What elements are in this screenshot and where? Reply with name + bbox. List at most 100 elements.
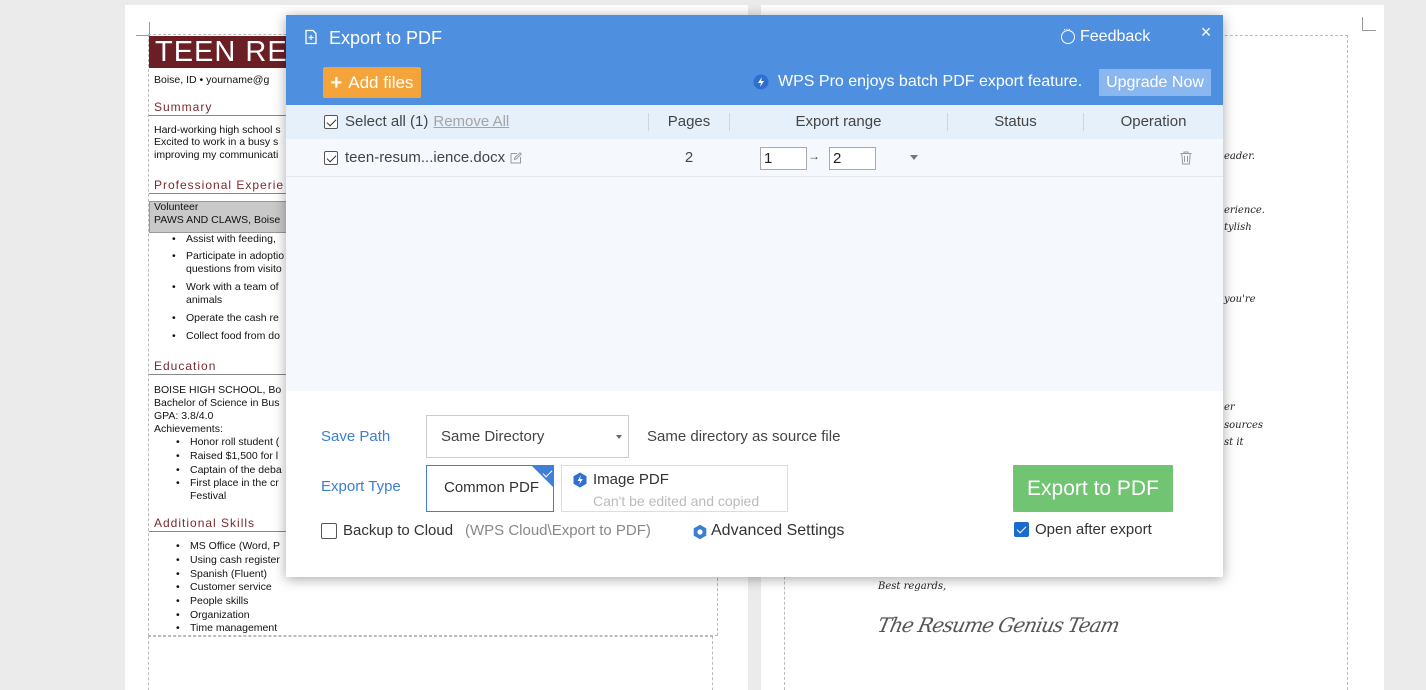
export-to-pdf-button[interactable]: Export to PDF (1013, 465, 1173, 512)
column-export-range: Export range (795, 113, 882, 130)
file-checkbox[interactable] (324, 151, 338, 165)
range-from-input[interactable]: 1 (760, 147, 807, 170)
pdf-export-icon (305, 29, 317, 45)
experience-bullet: animals (186, 294, 223, 306)
skill-bullet: Time management (176, 622, 277, 634)
gear-icon[interactable] (692, 524, 708, 540)
rename-edit-icon[interactable] (510, 152, 522, 164)
column-pages: Pages (667, 113, 711, 130)
export-pdf-dialog: Export to PDF Feedback × + Add files WPS… (286, 15, 1223, 577)
save-path-select[interactable]: Same Directory (426, 415, 629, 458)
file-pages: 2 (684, 149, 694, 166)
section-skills: Additional Skills (154, 516, 256, 530)
add-files-button[interactable]: + Add files (323, 67, 421, 98)
letter-fragment: sources (1224, 420, 1264, 431)
experience-bullet: Operate the cash re (172, 312, 279, 324)
export-settings: Save Path Same Directory Same directory … (286, 391, 1223, 577)
file-name: teen-resum...ience.docx (345, 149, 506, 166)
skill-bullet: Customer service (176, 581, 272, 593)
dialog-title: Export to PDF (329, 28, 443, 48)
file-table-header: Select all (1) Remove All Pages Export ra… (286, 105, 1223, 139)
experience-bullet: Assist with feeding, (172, 233, 276, 245)
letter-fragment: eader. (1224, 151, 1256, 162)
letter-signature: The Resume Genius Team (875, 613, 1122, 637)
education-line: BOISE HIGH SCHOOL, Bo (154, 384, 282, 396)
education-line: Bachelor of Science in Bus (154, 397, 280, 409)
experience-bullet: Collect food from do (172, 330, 280, 342)
lightning-icon (753, 74, 769, 90)
section-rule (149, 374, 299, 375)
letter-fragment: st it (1224, 437, 1244, 448)
summary-line: Excited to work in a busy s (154, 136, 279, 148)
skill-bullet: MS Office (Word, P (176, 540, 280, 552)
open-after-export-checkbox[interactable] (1014, 522, 1029, 537)
section-rule (149, 531, 299, 532)
close-button[interactable]: × (1196, 22, 1216, 42)
lightning-icon (573, 472, 587, 488)
experience-org: PAWS AND CLAWS, Boise (154, 214, 281, 226)
education-bullet: Captain of the deba (176, 464, 282, 476)
upgrade-now-button[interactable]: Upgrade Now (1099, 69, 1211, 96)
page-corner-mark (1362, 17, 1376, 31)
common-pdf-option[interactable]: Common PDF (426, 465, 554, 512)
experience-role: Volunteer (154, 201, 199, 213)
backup-cloud-checkbox[interactable] (321, 523, 337, 539)
pro-promo-text: WPS Pro enjoys batch PDF export feature. (778, 73, 1083, 90)
feedback-link[interactable]: Feedback (1061, 24, 1151, 46)
experience-bullet: Participate in adoptio (172, 250, 284, 262)
resume-contact: Boise, ID • yourname@g (154, 74, 270, 86)
image-pdf-label: Image PDF (593, 471, 669, 488)
experience-bullet: questions from visito (186, 263, 282, 275)
education-line: Achievements: (154, 423, 223, 435)
range-dropdown-icon[interactable] (910, 155, 918, 160)
save-path-value: Same Directory (441, 428, 545, 445)
section-experience: Professional Experie (154, 178, 285, 192)
chevron-down-icon (616, 435, 622, 439)
dialog-header: Export to PDF Feedback × + Add files WPS… (286, 15, 1223, 105)
select-all-label[interactable]: Select all (1) (345, 113, 428, 130)
letter-fragment: erience. (1224, 205, 1265, 216)
education-bullet: Festival (190, 490, 227, 502)
range-to-input[interactable]: 2 (829, 147, 876, 170)
remove-all-link[interactable]: Remove All (433, 113, 509, 130)
skill-bullet: Organization (176, 609, 249, 621)
section-education: Education (154, 359, 217, 373)
section-rule (149, 115, 299, 116)
common-pdf-label: Common PDF (444, 479, 540, 496)
skill-bullet: People skills (176, 595, 248, 607)
image-pdf-option[interactable]: Image PDF Can't be edited and copied (561, 465, 788, 512)
section-rule (149, 193, 299, 194)
table-row: teen-resum...ience.docx 2 1 → 2 (286, 139, 1223, 177)
letter-fragment: you're (1224, 294, 1256, 305)
image-pdf-description: Can't be edited and copied (593, 493, 760, 509)
select-all-checkbox[interactable] (324, 115, 338, 129)
column-status: Status (994, 113, 1037, 130)
range-arrow: → (808, 149, 820, 163)
letter-fragment: tylish (1224, 222, 1252, 233)
delete-trash-icon[interactable] (1180, 151, 1192, 165)
section-summary: Summary (154, 100, 213, 114)
export-type-label: Export Type (321, 478, 401, 495)
advanced-settings-link[interactable]: Advanced Settings (711, 522, 844, 540)
education-line: GPA: 3.8/4.0 (154, 410, 214, 422)
add-files-label: Add files (348, 72, 414, 92)
skill-bullet: Spanish (Fluent) (176, 568, 267, 580)
experience-bullet: Work with a team of (172, 281, 279, 293)
education-bullet: Honor roll student ( (176, 436, 279, 448)
open-after-export-label[interactable]: Open after export (1035, 521, 1152, 538)
summary-line: Hard-working high school s (154, 124, 281, 136)
education-bullet: First place in the cr (176, 477, 279, 489)
text-boundary (148, 636, 713, 690)
save-path-label: Save Path (321, 428, 391, 445)
letter-fragment: er (1224, 402, 1235, 413)
letter-closing: Best regards, (878, 581, 947, 592)
summary-line: improving my communicati (154, 149, 279, 161)
backup-cloud-label[interactable]: Backup to Cloud (343, 522, 453, 539)
feedback-label: Feedback (1080, 28, 1151, 45)
skill-bullet: Using cash register (176, 554, 280, 566)
resume-title: TEEN RES (149, 36, 299, 68)
plus-icon: + (330, 71, 343, 94)
file-table-body: teen-resum...ience.docx 2 1 → 2 (286, 139, 1223, 391)
select-all-cell: Select all (1) Remove All (345, 105, 509, 139)
column-operation: Operation (1120, 113, 1187, 130)
